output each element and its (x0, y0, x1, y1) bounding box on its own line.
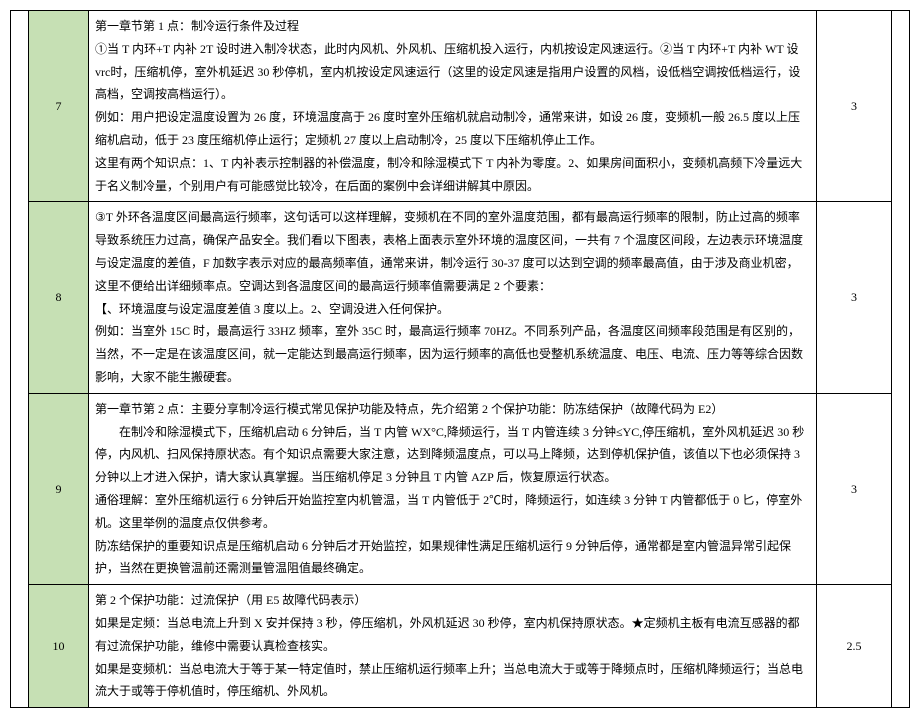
table-row: 8 ③T 外环各温度区间最高运行频率，这句话可以这样理解，变频机在不同的室外温度… (11, 202, 910, 393)
row-score: 2.5 (817, 585, 892, 708)
content-paragraph: 在制冷和除湿模式下，压缩机启动 6 分钟后，当 T 内管 WX°C,降频运行，当… (95, 421, 810, 489)
right-margin-cell (892, 11, 910, 708)
content-paragraph: ③T 外环各温度区间最高运行频率，这句话可以这样理解，变频机在不同的室外温度范围… (95, 206, 810, 297)
table-row: 10 第 2 个保护功能：过流保护（用 E5 故障代码表示） 如果是定频：当总电… (11, 585, 910, 708)
row-content: 第一章节第 2 点：主要分享制冷运行模式常见保护功能及特点，先介绍第 2 个保护… (89, 393, 817, 584)
row-score: 3 (817, 393, 892, 584)
row-number: 10 (29, 585, 89, 708)
content-paragraph: 第 2 个保护功能：过流保护（用 E5 故障代码表示） (95, 589, 810, 612)
row-score: 3 (817, 11, 892, 202)
knowledge-table: 7 第一章节第 1 点：制冷运行条件及过程 ①当 T 内环+T 内补 2T 设时… (10, 10, 910, 708)
table-row: 7 第一章节第 1 点：制冷运行条件及过程 ①当 T 内环+T 内补 2T 设时… (11, 11, 910, 202)
content-paragraph: 例如：当室外 15C 时，最高运行 33HZ 频率，室外 35C 时，最高运行频… (95, 320, 810, 388)
table-row: 9 第一章节第 2 点：主要分享制冷运行模式常见保护功能及特点，先介绍第 2 个… (11, 393, 910, 584)
row-number: 9 (29, 393, 89, 584)
row-content: 第 2 个保护功能：过流保护（用 E5 故障代码表示） 如果是定频：当总电流上升… (89, 585, 817, 708)
left-margin-cell (11, 11, 29, 708)
row-content: ③T 外环各温度区间最高运行频率，这句话可以这样理解，变频机在不同的室外温度范围… (89, 202, 817, 393)
row-number: 7 (29, 11, 89, 202)
content-paragraph: 例如：用户把设定温度设置为 26 度，环境温度高于 26 度时室外压缩机就启动制… (95, 106, 810, 152)
content-paragraph: 【、环境温度与设定温度差值 3 度以上。2、空调没进入任何保护。 (95, 298, 810, 321)
content-paragraph: 防冻结保护的重要知识点是压缩机启动 6 分钟后才开始监控，如果规律性满足压缩机运… (95, 535, 810, 581)
content-paragraph: 第一章节第 2 点：主要分享制冷运行模式常见保护功能及特点，先介绍第 2 个保护… (95, 398, 810, 421)
row-score: 3 (817, 202, 892, 393)
row-number: 8 (29, 202, 89, 393)
content-paragraph: 这里有两个知识点：1、T 内补表示控制器的补偿温度，制冷和除湿模式下 T 内补为… (95, 152, 810, 198)
content-paragraph: 如果是变频机：当总电流大于等于某一特定值时，禁止压缩机运行频率上升；当总电流大于… (95, 658, 810, 704)
row-content: 第一章节第 1 点：制冷运行条件及过程 ①当 T 内环+T 内补 2T 设时进入… (89, 11, 817, 202)
content-paragraph: 第一章节第 1 点：制冷运行条件及过程 (95, 15, 810, 38)
content-paragraph: ①当 T 内环+T 内补 2T 设时进入制冷状态，此时内风机、外风机、压缩机投入… (95, 38, 810, 106)
content-paragraph: 通俗理解：室外压缩机运行 6 分钟后开始监控室内机管温，当 T 内管低于 2℃时… (95, 489, 810, 535)
